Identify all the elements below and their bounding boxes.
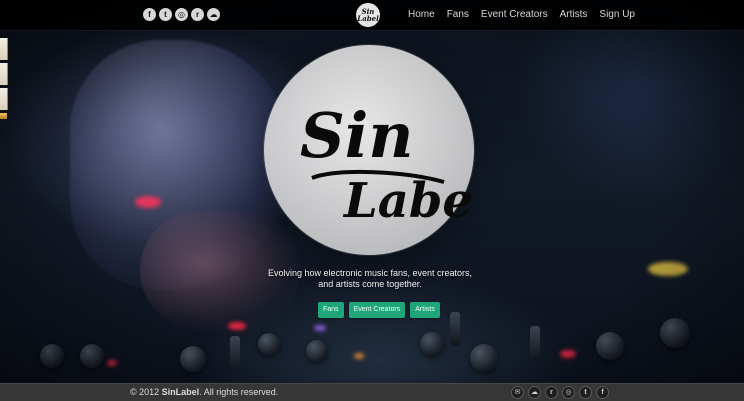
main-nav: Home Fans Event Creators Artists Sign Up (408, 9, 647, 20)
social-links-top: f t ◎ r ☁ (143, 8, 220, 21)
nav-logo[interactable]: Sin Label (356, 3, 380, 27)
facebook-icon[interactable]: f (143, 8, 156, 21)
left-edge-tab[interactable] (0, 88, 8, 110)
soundcloud-icon[interactable]: ☁ (528, 386, 541, 399)
soundcloud-icon[interactable]: ☁ (207, 8, 220, 21)
twitter-icon[interactable]: t (159, 8, 172, 21)
copyright-brand: SinLabel (161, 387, 200, 397)
rss-icon[interactable]: r (545, 386, 558, 399)
hero-cta-buttons: Fans Event Creators Artists (318, 302, 440, 318)
left-edge-tab[interactable] (0, 38, 8, 60)
hero-logo: Sin Label (264, 45, 474, 255)
artists-button[interactable]: Artists (410, 302, 440, 318)
footer: © 2012 SinLabel. All rights reserved. ✉ ☁… (0, 383, 744, 401)
left-edge-tabs (0, 38, 8, 122)
nav-event-creators[interactable]: Event Creators (481, 9, 548, 20)
mail-icon[interactable]: ✉ (511, 386, 524, 399)
copyright-text: © 2012 SinLabel. All rights reserved. (130, 387, 278, 397)
hero-logo-word-2: Label (342, 173, 474, 229)
nav-fans[interactable]: Fans (447, 9, 469, 20)
top-navigation-bar: f t ◎ r ☁ Sin Label Home Fans Event Creators… (0, 0, 744, 30)
nav-logo-line-2: Label (357, 14, 379, 23)
twitter-icon[interactable]: t (579, 386, 592, 399)
nav-sign-up[interactable]: Sign Up (599, 9, 635, 20)
left-edge-tab[interactable] (0, 63, 8, 85)
event-creators-button[interactable]: Event Creators (348, 302, 406, 318)
copyright-prefix: © 2012 (130, 387, 160, 397)
facebook-icon[interactable]: f (596, 386, 609, 399)
hero-logo-svg: Sin Label (300, 99, 474, 229)
hero-logo-word-1: Sin (300, 99, 413, 172)
fans-button[interactable]: Fans (318, 302, 344, 318)
instagram-icon[interactable]: ◎ (562, 386, 575, 399)
rss-icon[interactable]: r (191, 8, 204, 21)
nav-artists[interactable]: Artists (560, 9, 588, 20)
nav-home[interactable]: Home (408, 9, 435, 20)
left-edge-tab-small[interactable] (0, 113, 7, 119)
instagram-icon[interactable]: ◎ (175, 8, 188, 21)
social-links-bottom: ✉ ☁ r ◎ t f (511, 386, 609, 399)
copyright-suffix: . All rights reserved. (199, 387, 279, 397)
hero-tagline: Evolving how electronic music fans, even… (267, 268, 473, 289)
